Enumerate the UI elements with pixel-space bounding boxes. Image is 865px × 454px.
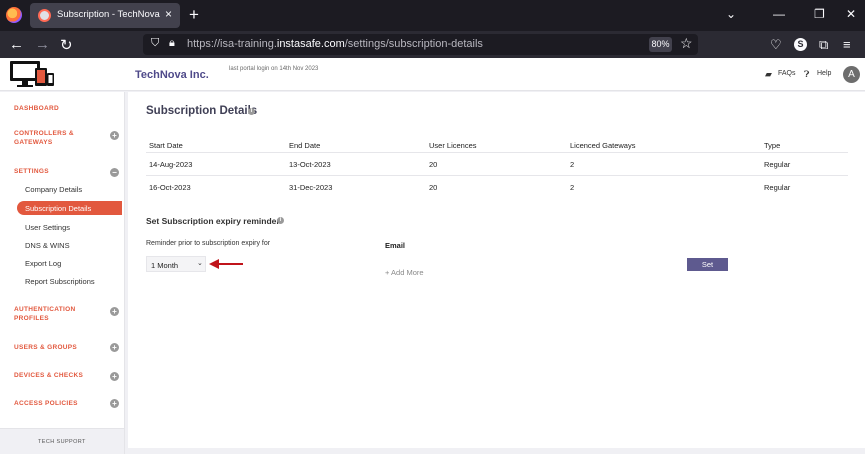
extensions-icon[interactable]: ⧉ — [819, 37, 828, 53]
sidebar-item-devices-checks[interactable]: DEVICES & CHECKS — [14, 371, 83, 380]
expand-plus-icon[interactable]: + — [110, 343, 119, 352]
cell-licenced-gateways: 2 — [570, 183, 575, 192]
sidebar-item-authentication-profiles[interactable]: AUTHENTICATION PROFILES — [14, 305, 76, 323]
company-name[interactable]: TechNova Inc. — [135, 69, 209, 81]
cell-end-date: 31-Dec-2023 — [289, 183, 333, 192]
reminder-period-select[interactable]: 1 Month ⌄ — [146, 256, 206, 272]
sidebar-item-users-groups[interactable]: USERS & GROUPS — [14, 343, 77, 352]
table-divider — [146, 152, 848, 153]
sidebar-item-label: GATEWAYS — [14, 139, 53, 146]
faqs-link[interactable]: FAQs — [778, 70, 796, 77]
collapse-minus-icon[interactable]: − — [110, 168, 119, 177]
browser-tab-bar: Subscription - TechNova Inc. | I × + ⌄ —… — [0, 0, 865, 31]
url-bar[interactable]: ⛉ 🔒︎ https://isa-training.instasafe.com/… — [143, 34, 698, 55]
cell-user-licences: 20 — [429, 183, 438, 192]
set-button[interactable]: Set — [687, 258, 728, 271]
cell-type: Regular — [764, 183, 791, 192]
account-avatar[interactable]: S — [794, 38, 807, 51]
column-header-start-date: Start Date — [149, 141, 183, 150]
select-value: 1 Month — [151, 261, 179, 270]
app-header: TechNova Inc. last portal login on 14th … — [0, 58, 865, 91]
browser-nav-bar: ← → ↻ ⛉ 🔒︎ https://isa-training.instasaf… — [0, 31, 865, 58]
cell-user-licences: 20 — [429, 160, 438, 169]
page-title: Subscription Details — [146, 105, 258, 117]
annotation-arrow-icon — [209, 259, 243, 269]
menu-icon[interactable]: ≡ — [843, 37, 851, 52]
user-avatar[interactable]: A — [843, 66, 860, 83]
forward-icon[interactable]: → — [35, 36, 50, 53]
site-favicon-icon — [38, 9, 51, 22]
tab-title: Subscription - TechNova Inc. | I — [57, 9, 163, 20]
url-text[interactable]: https://isa-training.instasafe.com/setti… — [187, 38, 483, 50]
reminder-label: Reminder prior to subscription expiry fo… — [146, 240, 271, 247]
sidebar-item-settings[interactable]: SETTINGS — [14, 167, 49, 176]
cell-type: Regular — [764, 160, 791, 169]
sidebar-item-export-log[interactable]: Export Log — [25, 259, 61, 268]
info-icon[interactable]: i — [277, 217, 284, 224]
chat-bubble-icon[interactable]: ▰ — [765, 69, 772, 80]
sidebar-item-controllers-gateways[interactable]: CONTROLLERS & GATEWAYS — [14, 129, 74, 147]
expand-plus-icon[interactable]: + — [110, 372, 119, 381]
cell-end-date: 13-Oct-2023 — [289, 160, 331, 169]
browser-tab[interactable]: Subscription - TechNova Inc. | I × — [30, 3, 180, 28]
sidebar-item-label: CONTROLLERS & — [14, 130, 74, 137]
expand-plus-icon[interactable]: + — [110, 399, 119, 408]
sidebar: DASHBOARD CONTROLLERS & GATEWAYS + SETTI… — [0, 92, 125, 454]
table-divider — [146, 175, 848, 176]
column-header-type: Type — [764, 141, 781, 150]
sidebar-item-label: PROFILES — [14, 315, 49, 322]
sidebar-item-access-policies[interactable]: ACCESS POLICIES — [14, 399, 78, 408]
shield-icon[interactable]: ⛉ — [151, 37, 159, 50]
back-icon[interactable]: ← — [9, 36, 24, 53]
sidebar-item-label: AUTHENTICATION — [14, 306, 76, 313]
sidebar-item-dns-wins[interactable]: DNS & WINS — [25, 241, 70, 250]
tab-list-chevron-icon[interactable]: ⌄ — [726, 7, 736, 21]
column-header-licenced-gateways: Licenced Gateways — [570, 141, 636, 150]
new-tab-icon[interactable]: + — [189, 5, 199, 25]
sidebar-item-user-settings[interactable]: User Settings — [25, 223, 70, 232]
email-label: Email — [385, 241, 406, 250]
tech-support-footer[interactable]: TECH SUPPORT — [0, 428, 124, 454]
add-more-email-link[interactable]: + Add More — [385, 268, 424, 277]
tech-support-label: TECH SUPPORT — [38, 439, 86, 445]
sidebar-item-subscription-details[interactable]: Subscription Details — [17, 201, 122, 215]
firefox-logo-icon[interactable] — [6, 7, 22, 23]
sidebar-item-label: Subscription Details — [25, 204, 92, 213]
help-link[interactable]: Help — [817, 70, 831, 77]
help-icon[interactable]: ❓︎ — [804, 69, 809, 80]
reload-icon[interactable]: ↻ — [60, 36, 73, 54]
last-login-text: last portal login on 14th Nov 2023 — [229, 66, 319, 72]
main-content: Subscription Details i Start Date End Da… — [128, 92, 865, 448]
cell-start-date: 14-Aug-2023 — [149, 160, 193, 169]
reminder-section-title: Set Subscription expiry reminder — [146, 216, 280, 226]
zoom-level-badge[interactable]: 80% — [649, 37, 672, 52]
minimize-icon[interactable]: — — [773, 7, 785, 21]
sidebar-item-company-details[interactable]: Company Details — [25, 185, 82, 194]
column-header-user-licences: User Licences — [429, 141, 477, 150]
cell-licenced-gateways: 2 — [570, 160, 575, 169]
chevron-down-icon: ⌄ — [197, 260, 203, 267]
pocket-icon[interactable]: ♡ — [770, 37, 782, 53]
expand-plus-icon[interactable]: + — [110, 131, 119, 140]
sidebar-item-dashboard[interactable]: DASHBOARD — [14, 104, 59, 113]
cell-start-date: 16-Oct-2023 — [149, 183, 191, 192]
tab-close-icon[interactable]: × — [165, 7, 172, 21]
sidebar-item-report-subscriptions[interactable]: Report Subscriptions — [25, 277, 95, 286]
column-header-end-date: End Date — [289, 141, 321, 150]
info-icon[interactable]: i — [248, 108, 255, 115]
lock-icon[interactable]: 🔒︎ — [169, 37, 175, 50]
restore-icon[interactable]: ❐ — [814, 7, 825, 21]
bookmark-star-icon[interactable]: ☆ — [680, 35, 693, 52]
expand-plus-icon[interactable]: + — [110, 307, 119, 316]
close-window-icon[interactable]: ✕ — [846, 7, 856, 21]
devices-logo-icon — [10, 61, 54, 87]
